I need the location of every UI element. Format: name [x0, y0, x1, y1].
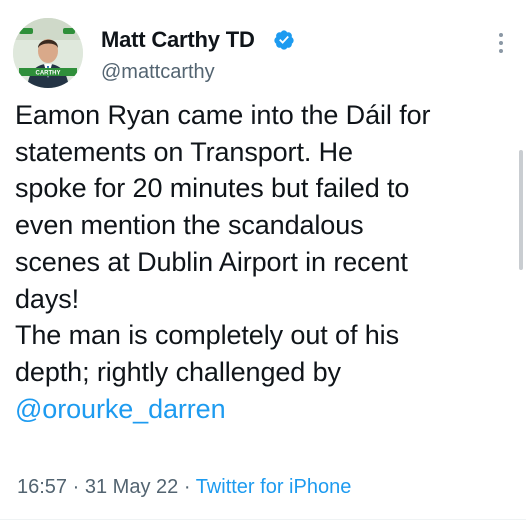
tweet-text-line: scenes at Dublin Airport in recent [15, 246, 408, 277]
tweet-meta: 16:57 · 31 May 22 · Twitter for iPhone [17, 476, 351, 499]
divider [0, 519, 526, 520]
tweet-date[interactable]: 31 May 22 [85, 476, 178, 498]
verified-badge-icon [274, 30, 294, 50]
tweet-text-line: The man is completely out of his [15, 320, 399, 351]
scrollbar[interactable] [519, 150, 523, 270]
avatar-banner-text: CARTHY [36, 71, 61, 77]
avatar[interactable]: CARTHY [13, 18, 83, 88]
display-name[interactable]: Matt Carthy TD [101, 27, 255, 53]
tweet-source-link[interactable]: Twitter for iPhone [196, 476, 352, 498]
meta-separator: · [72, 476, 80, 498]
tweet-text-line: even mention the scandalous [15, 210, 364, 241]
mention-link[interactable]: @orourke_darren [15, 391, 515, 428]
tweet-text: Eamon Ryan came into the Dáil for statem… [15, 97, 515, 427]
tweet-text-line: statements on Transport. He [15, 136, 353, 167]
tweet-text-line: spoke for 20 minutes but failed to [15, 173, 410, 204]
meta-separator: · [183, 476, 191, 498]
handle[interactable]: @mattcarthy [101, 61, 215, 84]
more-options-icon[interactable] [494, 30, 508, 56]
tweet-text-line: Eamon Ryan came into the Dáil for [15, 100, 431, 130]
tweet: CARTHY Matt Carthy TD @mattcarthy Eamon … [0, 0, 526, 525]
tweet-text-line: days! [15, 283, 80, 314]
avatar-image: CARTHY [13, 18, 83, 88]
tweet-time[interactable]: 16:57 [17, 476, 67, 498]
tweet-text-line: depth; rightly challenged by [15, 356, 341, 387]
